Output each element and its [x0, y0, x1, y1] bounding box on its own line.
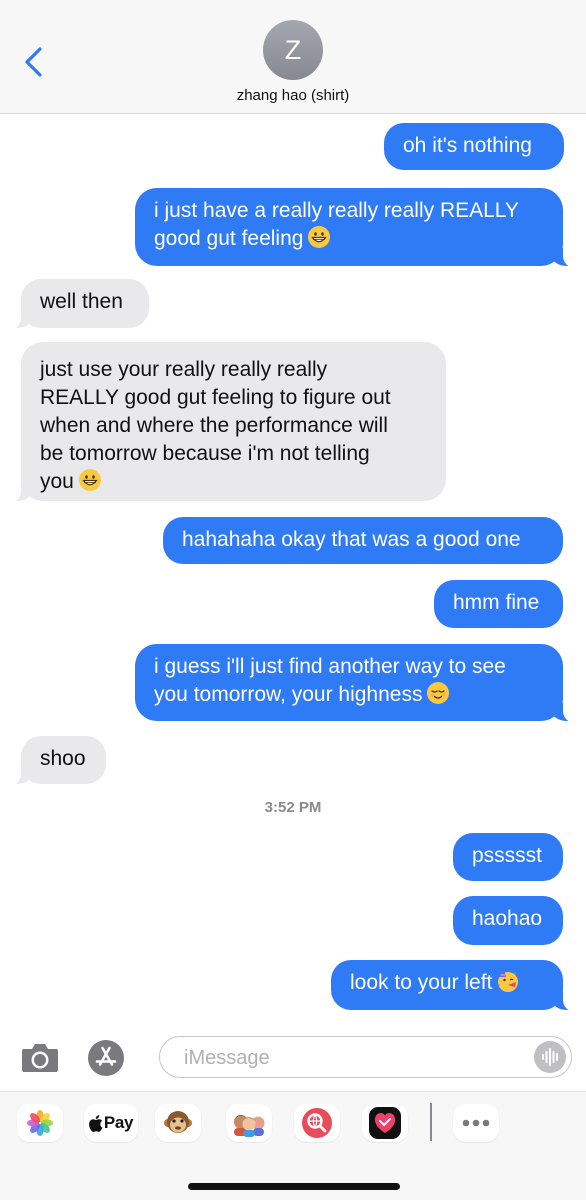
message-bubble-outgoing[interactable]: pssssst	[453, 833, 563, 881]
message-text: i just have a really really really REALL…	[154, 199, 519, 222]
message-thread[interactable]: oh it's nothing i just have a really rea…	[0, 0, 586, 1025]
message-bubble-incoming[interactable]: well then	[1, 279, 149, 330]
message-input-wrapper[interactable]	[159, 1036, 572, 1078]
message-text: pssssst	[472, 844, 543, 867]
message-text: you tomorrow, your highness	[154, 683, 423, 706]
message-bubble-outgoing[interactable]: look to your left	[331, 960, 583, 1012]
message-input[interactable]	[182, 1043, 516, 1073]
animoji-app-button[interactable]	[155, 1104, 201, 1142]
monkey-animoji-icon	[164, 1111, 192, 1133]
camera-icon	[22, 1044, 58, 1072]
message-text: hahahaha okay that was a good one	[182, 528, 521, 551]
memoji-app-button[interactable]	[226, 1104, 272, 1142]
camera-button[interactable]	[20, 1041, 60, 1075]
photos-icon	[27, 1110, 53, 1136]
digital-touch-icon	[369, 1107, 401, 1139]
app-store-button[interactable]	[88, 1040, 124, 1076]
more-apps-button[interactable]	[453, 1104, 499, 1142]
app-store-icon	[95, 1046, 117, 1066]
message-bubble-outgoing[interactable]: hahahaha okay that was a good one	[163, 517, 563, 564]
relieved-face-emoji	[427, 682, 450, 704]
message-text: oh it's nothing	[403, 134, 532, 157]
apple-pay-app-button[interactable]: Pay	[84, 1104, 138, 1142]
app-drawer: Pay	[0, 1091, 586, 1200]
message-bubble-incoming[interactable]: just use your really really really REALL…	[1, 342, 446, 503]
message-text: REALLY good gut feeling to figure out	[40, 386, 391, 409]
more-apps-icon	[462, 1119, 490, 1127]
contact-avatar[interactable]: Z	[263, 20, 323, 80]
web-search-icon	[302, 1108, 332, 1138]
chevron-left-icon	[25, 47, 42, 77]
message-text: when and where the performance will	[40, 414, 388, 437]
message-bubble-incoming[interactable]: shoo	[1, 736, 106, 786]
message-composer	[0, 1025, 586, 1091]
audio-waveform-icon	[542, 1048, 558, 1066]
message-text: just use your really really really	[40, 358, 328, 381]
dictation-button[interactable]	[534, 1041, 566, 1073]
photos-app-button[interactable]	[17, 1104, 63, 1142]
message-bubble-outgoing[interactable]: hmm fine	[434, 580, 563, 628]
message-bubble-outgoing[interactable]: oh it's nothing	[384, 123, 564, 170]
message-timestamp: 3:52 PM	[0, 799, 586, 816]
drawer-divider	[430, 1103, 432, 1141]
web-search-app-button[interactable]	[294, 1104, 340, 1142]
contact-name[interactable]: zhang hao (shirt)	[0, 87, 586, 104]
grinning-face-emoji	[78, 469, 101, 491]
home-indicator	[188, 1183, 400, 1190]
message-text: shoo	[40, 747, 86, 770]
messages-app: oh it's nothing i just have a really rea…	[0, 0, 586, 1200]
back-button[interactable]	[16, 42, 52, 82]
apple-logo-icon	[88, 1114, 103, 1132]
digital-touch-app-button[interactable]	[362, 1104, 408, 1142]
memoji-icon	[234, 1115, 265, 1137]
message-text: you	[40, 470, 74, 493]
message-text: well then	[40, 290, 123, 313]
message-text: be tomorrow because i'm not telling	[40, 442, 370, 465]
conversation-header: Z zhang hao (shirt)	[0, 0, 586, 114]
message-bubble-outgoing[interactable]: haohao	[453, 896, 563, 945]
message-text: i guess i'll just find another way to se…	[154, 655, 506, 678]
apple-pay-label: Pay	[103, 1113, 134, 1132]
message-bubble-outgoing[interactable]: i just have a really really really REALL…	[135, 188, 583, 268]
message-text: haohao	[472, 907, 543, 930]
message-text: look to your left	[350, 971, 493, 994]
message-bubble-outgoing[interactable]: i guess i'll just find another way to se…	[135, 644, 583, 723]
message-text: good gut feeling	[154, 227, 304, 250]
grinning-face-emoji	[308, 226, 331, 248]
partying-face-emoji	[498, 970, 519, 992]
avatar-initial: Z	[284, 34, 302, 65]
message-text: hmm fine	[453, 591, 540, 614]
timestamp-time: 3:52 PM	[264, 799, 322, 816]
